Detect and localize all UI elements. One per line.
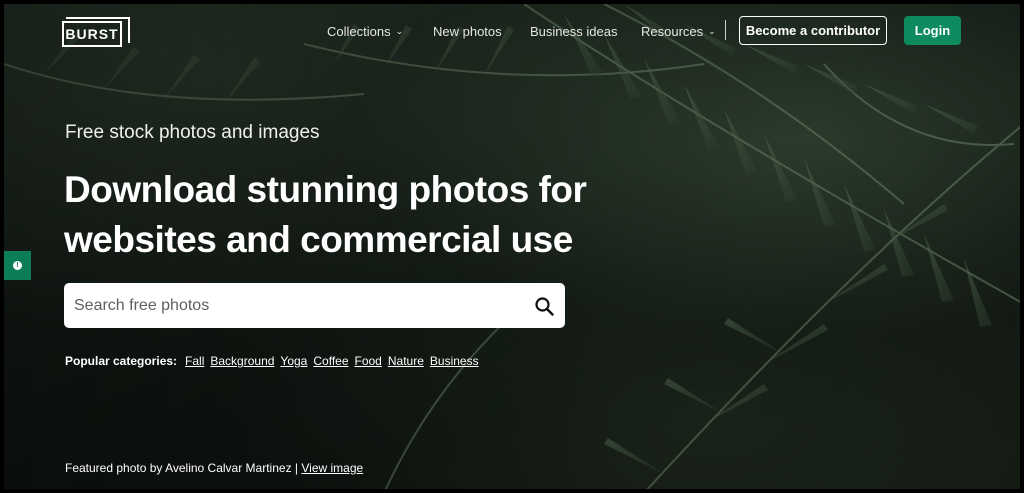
search-bar [64,283,565,328]
chevron-down-icon: ⌄ [395,26,404,36]
category-link-food[interactable]: Food [355,354,382,368]
category-link-fall[interactable]: Fall [185,354,204,368]
nav-label: Business ideas [530,23,618,39]
category-link-nature[interactable]: Nature [388,354,424,368]
burst-logo[interactable]: BURST [62,17,132,47]
nav-resources[interactable]: Resources ⌄ [641,22,716,40]
nav-label: Collections [327,23,391,39]
category-link-business[interactable]: Business [430,354,479,368]
become-contributor-button[interactable]: Become a contributor [739,16,887,45]
nav-business-ideas[interactable]: Business ideas [530,22,617,40]
hero-headline: Download stunning photos for websites an… [64,165,664,265]
headline-line-1: Download stunning photos for [64,169,587,210]
nav-new-photos[interactable]: New photos [433,22,502,40]
logo-stack-line [122,19,130,43]
login-button[interactable]: Login [904,16,961,45]
photo-credit: Featured photo by Avelino Calvar Martine… [65,461,363,475]
category-link-yoga[interactable]: Yoga [280,354,307,368]
info-icon: ! [13,261,22,270]
categories-label: Popular categories: [65,354,178,368]
category-link-background[interactable]: Background [210,354,274,368]
feedback-tab[interactable]: ! [4,251,31,280]
credit-text: Featured photo by Avelino Calvar Martine… [65,461,299,475]
headline-line-2: websites and commercial use [64,219,573,260]
nav-label: Resources [641,23,704,39]
search-icon[interactable] [534,296,554,316]
nav-label: New photos [433,23,502,39]
chevron-down-icon: ⌄ [708,26,716,36]
logo-text: BURST [62,21,122,47]
popular-categories: Popular categories: Fall Background Yoga… [65,354,479,368]
nav-divider [725,20,726,40]
nav-collections[interactable]: Collections ⌄ [327,22,403,40]
view-image-link[interactable]: View image [301,461,363,475]
hero-eyebrow: Free stock photos and images [65,122,320,143]
search-input[interactable] [74,283,514,328]
category-link-coffee[interactable]: Coffee [313,354,348,368]
